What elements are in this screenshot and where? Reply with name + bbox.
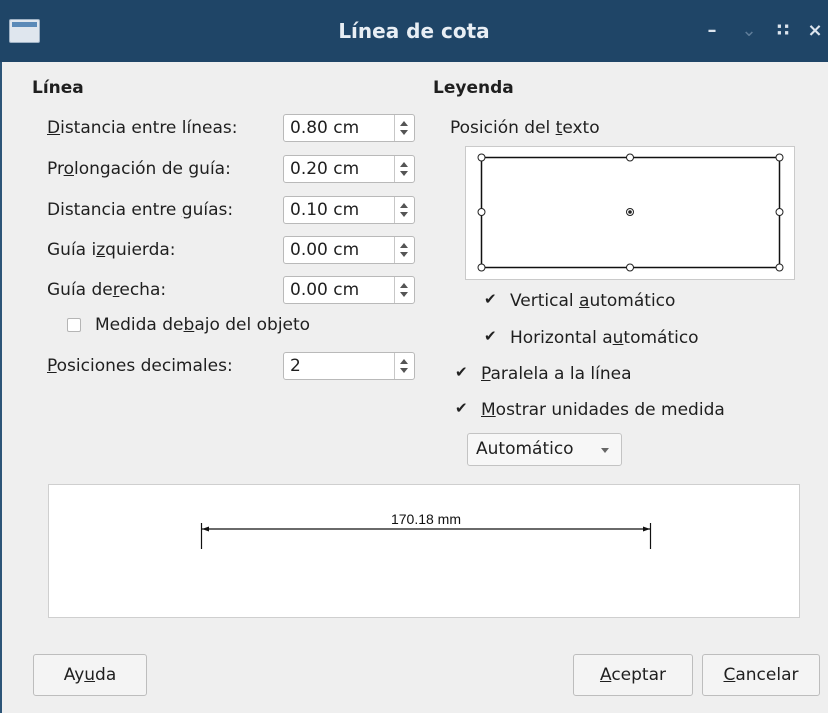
position-radio-middle-left[interactable] bbox=[477, 208, 486, 216]
spin-arrows-icon[interactable] bbox=[394, 237, 414, 263]
position-radio-top-right[interactable] bbox=[775, 153, 784, 162]
position-radio-top-center[interactable] bbox=[626, 153, 634, 162]
show-units-checkbox[interactable] bbox=[455, 399, 469, 417]
text-position-label: Posición del texto bbox=[450, 118, 600, 138]
measure-below-object-label[interactable]: Medida debajo del objeto bbox=[95, 311, 310, 339]
section-title-leyenda: Leyenda bbox=[433, 78, 514, 98]
label-decimal-places: Posiciones decimales: bbox=[47, 356, 233, 376]
close-icon[interactable]: × bbox=[802, 16, 828, 46]
window-border bbox=[0, 62, 2, 713]
horizontal-auto-checkbox[interactable] bbox=[484, 327, 498, 345]
label-distance-between-guides: Distancia entre guías: bbox=[47, 200, 234, 220]
position-radio-bottom-center[interactable] bbox=[626, 263, 634, 272]
position-radio-bottom-right[interactable] bbox=[775, 263, 784, 272]
window-menu-icon[interactable]: ∷ bbox=[768, 16, 798, 46]
cancel-button[interactable]: Cancelar bbox=[702, 654, 820, 696]
section-title-linea: Línea bbox=[32, 78, 84, 98]
spin-arrows-icon[interactable] bbox=[394, 115, 414, 141]
help-button[interactable]: Ayuda bbox=[33, 654, 147, 696]
text-position-diagram bbox=[477, 153, 784, 272]
selected-dot bbox=[628, 210, 632, 214]
parallel-to-line-checkbox[interactable] bbox=[455, 363, 469, 381]
chevron-down-icon bbox=[601, 448, 609, 453]
spin-arrows-icon[interactable] bbox=[394, 277, 414, 303]
maximize-icon[interactable]: ⌄ bbox=[738, 16, 760, 46]
position-radio-middle-right[interactable] bbox=[775, 208, 784, 216]
horizontal-auto-label[interactable]: Horizontal automático bbox=[510, 324, 699, 352]
vertical-auto-checkbox[interactable] bbox=[484, 290, 498, 308]
label-left-guide: Guía izquierda: bbox=[47, 240, 176, 260]
show-units-label[interactable]: Mostrar unidades de medida bbox=[481, 396, 725, 424]
parallel-to-line-label[interactable]: Paralela a la línea bbox=[481, 360, 632, 388]
left-guide-input[interactable]: 0.00 cm bbox=[283, 236, 415, 264]
position-radio-bottom-left[interactable] bbox=[477, 263, 486, 272]
measure-text: 170.18 mm bbox=[391, 511, 461, 527]
vertical-auto-label[interactable]: Vertical automático bbox=[510, 287, 675, 315]
distance-between-lines-input[interactable]: 0.80 cm bbox=[283, 114, 415, 142]
unit-select[interactable]: Automático bbox=[467, 433, 622, 466]
ok-button[interactable]: Aceptar bbox=[573, 654, 693, 696]
minimize-icon[interactable]: – bbox=[700, 16, 724, 46]
label-distance-between-lines: Distancia entre líneas: bbox=[47, 118, 238, 138]
right-guide-input[interactable]: 0.00 cm bbox=[283, 276, 415, 304]
dimension-preview: 170.18 mm bbox=[48, 484, 800, 618]
spin-arrows-icon[interactable] bbox=[394, 353, 414, 379]
position-radio-top-left[interactable] bbox=[477, 153, 486, 162]
text-position-selector[interactable] bbox=[465, 146, 795, 280]
guide-extension-input[interactable]: 0.20 cm bbox=[283, 155, 415, 183]
dimension-line-drawing: 170.18 mm bbox=[200, 511, 652, 549]
decimal-places-input[interactable]: 2 bbox=[283, 352, 415, 380]
label-guide-extension: Prolongación de guía: bbox=[47, 159, 231, 179]
spin-arrows-icon[interactable] bbox=[394, 156, 414, 182]
right-arrowhead bbox=[643, 526, 650, 532]
spin-arrows-icon[interactable] bbox=[394, 197, 414, 223]
measure-below-object-checkbox[interactable] bbox=[67, 318, 81, 332]
left-arrowhead bbox=[202, 526, 209, 532]
label-right-guide: Guía derecha: bbox=[47, 280, 167, 300]
distance-between-guides-input[interactable]: 0.10 cm bbox=[283, 196, 415, 224]
